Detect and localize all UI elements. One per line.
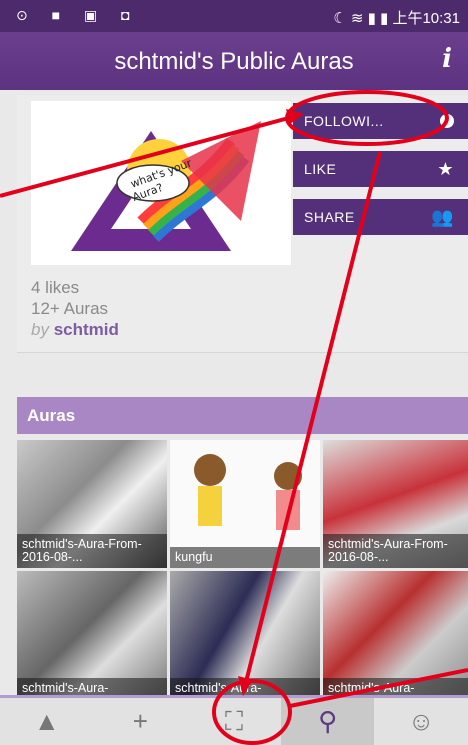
star-icon: ★ — [437, 159, 454, 179]
following-button[interactable]: FOLLOWI... — [293, 103, 468, 139]
aura-tile-label: schtmid's-Aura-From-2016-08-... — [323, 534, 468, 568]
bottom-nav: ▲ + ⛶ ⚲ ☺ — [0, 695, 468, 745]
page-title: schtmid's Public Auras — [114, 48, 354, 75]
profile-icon[interactable]: ☺ — [374, 698, 468, 745]
aura-tile[interactable]: kungfu — [170, 440, 320, 568]
aura-tile-label: schtmid's-Aura- — [17, 678, 167, 695]
profile-stats: 4 likes 12+ Auras by schtmid — [31, 277, 119, 340]
status-bar: ⊙ ■ ▣ ◘ ☾ ≋ ▮ ▮ 上午10:31 — [0, 0, 468, 32]
following-label: FOLLOWI... — [304, 113, 384, 129]
aura-cover-image: what's your Aura? — [31, 101, 291, 265]
like-label: LIKE — [304, 161, 337, 177]
likes-count: 4 likes — [31, 278, 80, 297]
info-icon[interactable]: i — [442, 44, 452, 74]
profile-card: what's your Aura? FOLLOWI... LIKE ★ SHAR… — [17, 95, 468, 353]
aura-tile[interactable]: schtmid's-Aura-From-2016-08-... — [323, 440, 468, 568]
aura-tile-label: schtmid's-Aura- — [170, 678, 320, 695]
search-icon[interactable]: ⚲ — [280, 698, 375, 745]
status-left-icons: ⊙ ■ ▣ ◘ — [16, 7, 140, 23]
auras-grid: schtmid's-Aura-From-2016-08-... kungfu s… — [17, 440, 468, 695]
aura-tile-label: schtmid's-Aura-From-2016-08-... — [17, 534, 167, 568]
status-right-info: ☾ ≋ ▮ ▮ 上午10:31 — [333, 10, 460, 27]
aura-tile-label: kungfu — [170, 547, 320, 568]
aura-tile[interactable]: schtmid's-Aura-From-2016-08-... — [17, 440, 167, 568]
share-button[interactable]: SHARE 👥 — [293, 199, 468, 235]
auras-count: 12+ Auras — [31, 299, 109, 318]
auras-section-title: Auras — [17, 397, 468, 434]
author-link[interactable]: schtmid — [54, 320, 119, 339]
add-icon[interactable]: + — [94, 698, 188, 745]
like-button[interactable]: LIKE ★ — [293, 151, 468, 187]
scan-icon[interactable]: ⛶ — [187, 698, 281, 745]
author-line: by schtmid — [31, 320, 119, 339]
aura-tile[interactable]: schtmid's-Aura- — [170, 571, 320, 695]
people-icon: 👥 — [431, 207, 454, 227]
aura-tile-label: schtmid's-Aura- — [323, 678, 468, 695]
toggle-icon — [440, 114, 454, 128]
share-label: SHARE — [304, 209, 355, 225]
aura-tile[interactable]: schtmid's-Aura- — [17, 571, 167, 695]
app-header: schtmid's Public Auras i — [0, 32, 468, 90]
home-icon[interactable]: ▲ — [0, 698, 94, 745]
aura-tile[interactable]: schtmid's-Aura- — [323, 571, 468, 695]
